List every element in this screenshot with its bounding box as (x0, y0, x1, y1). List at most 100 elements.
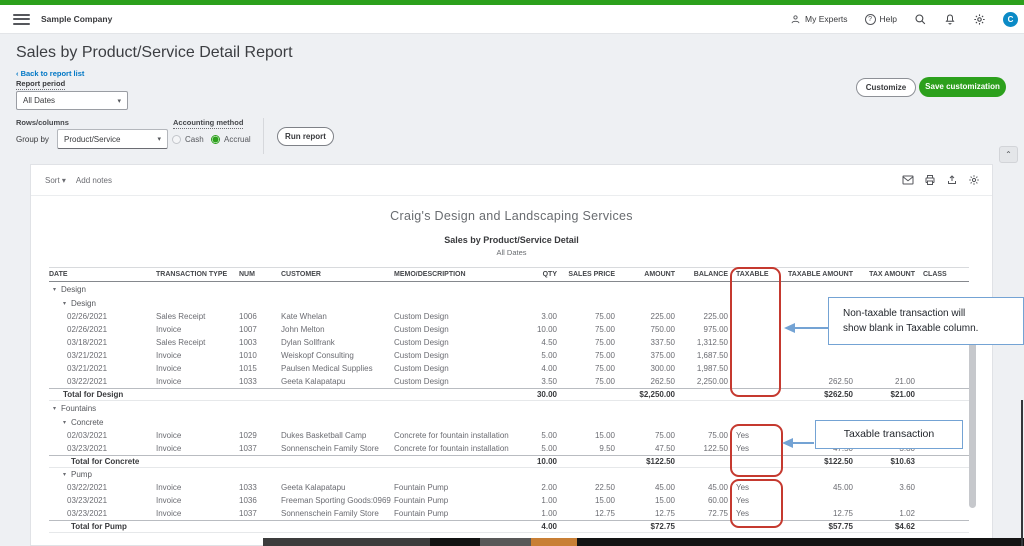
cell-qty: 4.50 (519, 338, 557, 347)
cell-price: 9.50 (557, 444, 615, 453)
help-button[interactable]: ? Help (865, 14, 897, 25)
back-to-report-list-link[interactable]: ‹ Back to report list (16, 69, 84, 78)
cell-type: Sales Receipt (156, 312, 239, 321)
report-company-name: Craig's Design and Landscaping Services (31, 209, 992, 223)
cell-memo: Custom Design (394, 325, 519, 334)
total-label: Total for Concrete (49, 457, 519, 466)
cell-memo: Fountain Pump (394, 496, 519, 505)
export-icon[interactable] (946, 174, 958, 186)
run-report-button[interactable]: Run report (277, 127, 334, 146)
cell-taxable: Yes (728, 496, 783, 505)
notifications-bell-icon[interactable] (944, 13, 956, 26)
collapse-triangle-icon[interactable]: ▾ (53, 405, 56, 412)
report-settings-gear-icon[interactable] (968, 174, 980, 186)
total-cell: $2,250.00 (615, 390, 675, 399)
cell-type: Invoice (156, 444, 239, 453)
cell-qty: 2.00 (519, 483, 557, 492)
cell-amount: 337.50 (615, 338, 675, 347)
table-row[interactable]: 03/22/2021Invoice1033Geeta KalapatapuCus… (49, 375, 969, 388)
cell-balance: 1,987.50 (675, 364, 728, 373)
cash-radio[interactable]: Cash (172, 135, 204, 144)
column-header: DATE (49, 271, 156, 278)
hamburger-menu-icon[interactable] (13, 14, 30, 25)
cell-qty: 10.00 (519, 325, 557, 334)
cell-num: 1036 (239, 496, 281, 505)
cell-taxable: Yes (728, 509, 783, 518)
print-icon[interactable] (924, 174, 936, 186)
report-period-select[interactable]: All Dates ▾ (16, 91, 128, 110)
group-label: Design (71, 299, 96, 308)
email-icon[interactable] (902, 175, 914, 185)
table-row[interactable]: 03/22/2021Invoice1033Geeta KalapatapuFou… (49, 481, 969, 494)
cell-memo: Custom Design (394, 312, 519, 321)
table-row[interactable]: 03/21/2021Invoice1010Weiskopf Consulting… (49, 349, 969, 362)
cell-num: 1029 (239, 431, 281, 440)
cell-amount: 262.50 (615, 377, 675, 386)
cell-balance: 45.00 (675, 483, 728, 492)
collapse-header-button[interactable]: ⌃ (999, 146, 1018, 163)
cell-taxamt: 3.60 (853, 483, 915, 492)
save-customization-button[interactable]: Save customization (919, 77, 1006, 97)
group-by-label: Group by (16, 135, 49, 144)
collapse-triangle-icon[interactable]: ▾ (53, 286, 56, 293)
taskbar-segment (430, 538, 480, 546)
group-row[interactable]: ▾Fountains (49, 401, 969, 416)
group-label: Concrete (71, 418, 103, 427)
settings-gear-icon[interactable] (973, 13, 986, 26)
my-experts-button[interactable]: My Experts (790, 14, 848, 25)
cell-balance: 2,250.00 (675, 377, 728, 386)
cell-memo: Custom Design (394, 338, 519, 347)
cell-balance: 75.00 (675, 431, 728, 440)
total-cell: $262.50 (783, 390, 853, 399)
total-cell: 10.00 (519, 457, 557, 466)
search-icon[interactable] (914, 13, 927, 26)
cell-type: Invoice (156, 364, 239, 373)
collapse-triangle-icon[interactable]: ▾ (63, 419, 66, 426)
cell-date: 03/21/2021 (49, 364, 156, 373)
cell-balance: 122.50 (675, 444, 728, 453)
qbo-report-page: Sample Company My Experts ? Help C (0, 0, 1024, 546)
vertical-scrollbar[interactable] (969, 340, 976, 508)
cell-balance: 60.00 (675, 496, 728, 505)
report-period-label: Report period (16, 79, 65, 90)
cell-txblamt: 45.00 (783, 483, 853, 492)
cell-amount: 300.00 (615, 364, 675, 373)
controls-divider (263, 118, 264, 154)
user-avatar[interactable]: C (1003, 12, 1018, 27)
cell-qty: 4.00 (519, 364, 557, 373)
table-row[interactable]: 03/23/2021Invoice1036Freeman Sporting Go… (49, 494, 969, 507)
cell-balance: 975.00 (675, 325, 728, 334)
sort-dropdown[interactable]: Sort ▾ (45, 176, 66, 185)
collapse-triangle-icon[interactable]: ▾ (63, 300, 66, 307)
company-name: Sample Company (41, 14, 112, 24)
column-header: TRANSACTION TYPE (156, 271, 239, 278)
cell-date: 03/22/2021 (49, 377, 156, 386)
cell-date: 02/03/2021 (49, 431, 156, 440)
customize-button[interactable]: Customize (856, 78, 916, 97)
cell-amount: 375.00 (615, 351, 675, 360)
add-notes-button[interactable]: Add notes (76, 176, 112, 185)
cell-txblamt: 12.75 (783, 509, 853, 518)
column-header: CLASS (915, 271, 969, 278)
chevron-down-icon: ▾ (62, 176, 66, 185)
cell-price: 75.00 (557, 338, 615, 347)
table-row[interactable]: 03/23/2021Invoice1037Sonnenschein Family… (49, 507, 969, 520)
group-row[interactable]: ▾Pump (49, 468, 969, 481)
collapse-triangle-icon[interactable]: ▾ (63, 471, 66, 478)
group-label: Design (61, 285, 86, 294)
cell-type: Invoice (156, 351, 239, 360)
cell-num: 1033 (239, 377, 281, 386)
cell-type: Invoice (156, 483, 239, 492)
cell-customer: Kate Whelan (281, 312, 394, 321)
accrual-radio[interactable]: Accrual (211, 135, 251, 144)
column-header: SALES PRICE (557, 271, 615, 278)
group-row[interactable]: ▾ Design (49, 282, 969, 297)
cell-customer: Dylan Sollfrank (281, 338, 394, 347)
cell-type: Invoice (156, 431, 239, 440)
cell-num: 1033 (239, 483, 281, 492)
table-row[interactable]: 03/21/2021Invoice1015Paulsen Medical Sup… (49, 362, 969, 375)
cell-memo: Fountain Pump (394, 483, 519, 492)
cell-date: 03/22/2021 (49, 483, 156, 492)
cell-balance: 1,312.50 (675, 338, 728, 347)
group-by-select[interactable]: Product/Service ▾ (57, 129, 168, 149)
